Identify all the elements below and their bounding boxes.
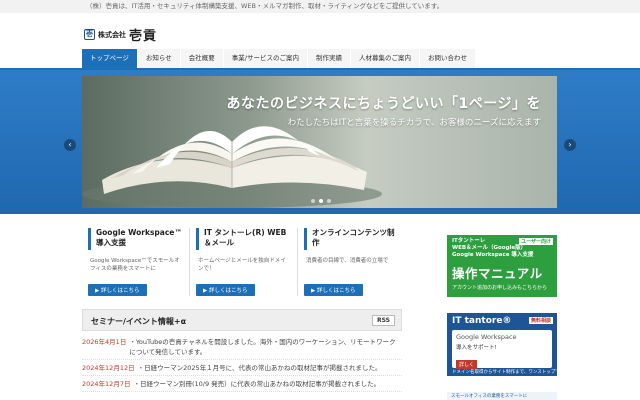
news-text: YouTubeの壱貢チャネルを開設しました。海外・国内のワーケーション、リモート… — [129, 337, 402, 357]
card-title: Google Workspace™ 導入支援 — [88, 228, 183, 250]
logo-name: 壱貢 — [129, 29, 158, 44]
news-date: 2026年4月1日 — [82, 338, 127, 346]
logo-small-text: 株式会社 — [98, 30, 126, 39]
card-description: 消費者の目線で、消費者の立場で — [306, 258, 389, 264]
rss-button[interactable]: RSS — [372, 315, 395, 326]
banner-manual-note: アカウント追加のお申し込みもこちらから — [452, 285, 548, 291]
card-detail-button[interactable]: ▶ 詳しくはこちら — [196, 284, 255, 296]
slider-prev-icon[interactable]: ‹ — [64, 139, 76, 151]
news-text: 日経ウーマン2025年１月号に、代表の常山あかねの取材記事が掲載されました。 — [138, 363, 381, 373]
news-date: 2024年12月12日 — [82, 364, 135, 372]
news-list: 2026年4月1日 YouTubeの壱貢チャネルを開設しました。海外・国内のワー… — [82, 337, 402, 395]
slider-dot-3[interactable] — [327, 199, 331, 203]
hero-headline: あなたのビジネスにちょうどいい「1ページ」を — [226, 96, 541, 112]
slider-next-icon[interactable]: › — [564, 139, 576, 151]
service-card: IT タントーレ(R) WEB＆メール ホームページとメールを独自ドメインで！ … — [190, 228, 298, 296]
slider-dots — [311, 199, 331, 203]
logo-mark-icon: 壱 — [84, 29, 95, 40]
news-text: 日経ウーマン別冊(10/9 発売）に代表の常山あかねの取材記事が掲載されました。 — [133, 379, 380, 389]
header: 壱 株式会社 壱貢 — [0, 13, 640, 47]
news-date: 2024年12月7日 — [82, 380, 131, 388]
seminar-section-header: セミナー/イベント情報+α RSS — [82, 309, 402, 331]
news-item[interactable]: 2024年12月12日 日経ウーマン2025年１月号に、代表の常山あかねの取材記… — [82, 363, 402, 376]
news-item[interactable]: 2024年12月7日 日経ウーマン別冊(10/9 発売）に代表の常山あかねの取材… — [82, 379, 402, 392]
banner-inner-box: Google Workspace 導入をサポート! 詳しく — [452, 330, 552, 369]
card-detail-button[interactable]: ▶ 詳しくはこちら — [304, 284, 363, 296]
service-cards: Google Workspace™ 導入支援 Google Workspace™… — [82, 228, 405, 296]
banner-manual-title: 操作マニュアル — [452, 266, 543, 281]
slider-dot-2[interactable] — [319, 199, 323, 203]
banner-line2: WEB＆メール（Google版） — [452, 245, 527, 251]
manual-banner[interactable]: ITタントーレ WEB＆メール（Google版） Google Workspac… — [447, 235, 557, 297]
banner-detail-button[interactable]: 詳しく — [456, 360, 478, 369]
site-tagline: （株）壱貢は、IT活用・セキュリティ体制構築支援、WEB・メルマガ制作、取材・ラ… — [0, 0, 640, 13]
hero-slide[interactable]: あなたのビジネスにちょうどいい「1ページ」を わたしたちはITと言葉を操るチカラ… — [82, 76, 557, 208]
banner-user-tag: ユーザー向け — [519, 238, 553, 245]
small-office-banner[interactable]: スモールオフィスの業務をスマートに — [447, 392, 557, 400]
banner-line3: Google Workspace 導入支援 — [452, 252, 534, 258]
company-logo[interactable]: 壱 株式会社 壱貢 — [84, 25, 157, 44]
seminar-title: セミナー/イベント情報+α — [91, 317, 187, 326]
news-item[interactable]: 2026年4月1日 YouTubeの壱貢チャネルを開設しました。海外・国内のワー… — [82, 337, 402, 360]
banner-footnote: ドメイン名取得からサイト制作まで、ワンストップで構築 — [452, 370, 569, 375]
hero-subline: わたしたちはITと言葉を操るチカラで、お客様のニーズに応えます — [287, 118, 541, 128]
nav-services[interactable]: 事業/サービスのご案内 — [223, 49, 308, 68]
card-detail-button[interactable]: ▶ 詳しくはこちら — [88, 284, 147, 296]
nav-works[interactable]: 制作実績 — [307, 49, 351, 68]
slider-dot-1[interactable] — [311, 199, 315, 203]
nav-news[interactable]: お知らせ — [137, 49, 181, 68]
free-consult-tag: 無料相談 — [528, 317, 553, 324]
support-text: 導入をサポート! — [456, 345, 497, 351]
nav-top[interactable]: トップページ — [82, 49, 138, 68]
nav-recruit[interactable]: 人材募集のご案内 — [350, 49, 420, 68]
card-title: IT タントーレ(R) WEB＆メール — [196, 228, 291, 250]
google-workspace-label: Google Workspace — [456, 333, 517, 341]
main-nav: トップページ お知らせ 会社概要 事業/サービスのご案内 制作実績 人材募集のご… — [82, 49, 476, 68]
card-title: オンラインコンテンツ制作 — [304, 228, 399, 250]
nav-contact[interactable]: お問い合わせ — [419, 49, 476, 68]
card-description: ホームページとメールを独自ドメインで！ — [198, 258, 286, 272]
it-tantore-banner[interactable]: IT tantore® 無料相談 Google Workspace 導入をサポー… — [447, 313, 569, 376]
card-description: Google Workspace™でスモールオフィスの業務をスマートに — [90, 258, 180, 272]
nav-company[interactable]: 会社概要 — [180, 49, 224, 68]
service-card: Google Workspace™ 導入支援 Google Workspace™… — [82, 228, 190, 296]
service-card: オンラインコンテンツ制作 消費者の目線で、消費者の立場で ▶ 詳しくはこちら — [298, 228, 405, 296]
